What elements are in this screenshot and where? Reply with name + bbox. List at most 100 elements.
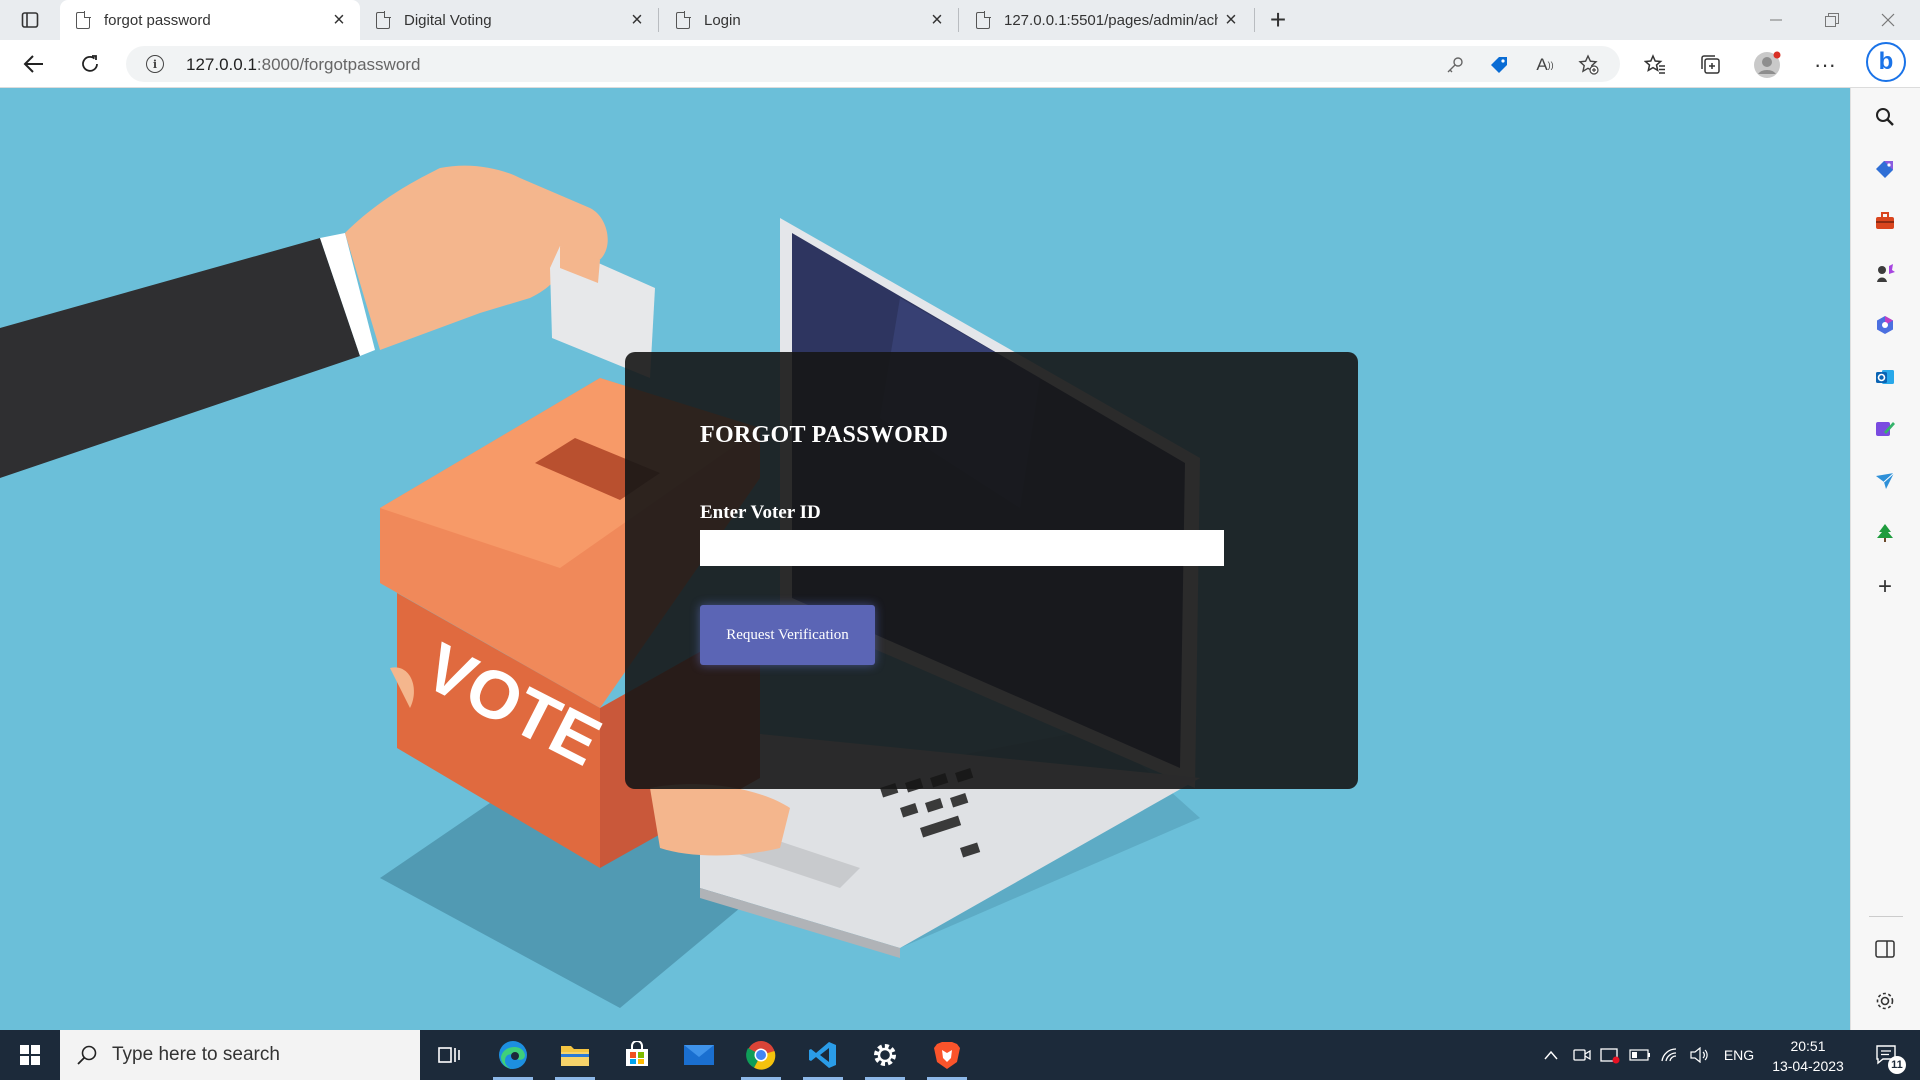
forgot-password-card: FORGOT PASSWORD Enter Voter ID Request V… (625, 352, 1358, 789)
taskbar-brave[interactable] (922, 1034, 972, 1080)
page-icon (376, 10, 391, 29)
form-title: FORGOT PASSWORD (700, 422, 949, 448)
microsoft365-icon[interactable] (1870, 310, 1900, 340)
shopping-tag-icon[interactable] (1486, 52, 1512, 78)
page-icon (676, 10, 691, 29)
read-aloud-icon[interactable]: A)) (1532, 52, 1558, 78)
page-icon (976, 10, 991, 29)
close-icon[interactable]: × (1218, 7, 1244, 33)
vscode-icon (809, 1042, 836, 1068)
favorites-icon[interactable] (1640, 50, 1670, 80)
brave-icon (934, 1042, 960, 1069)
tab-actions-icon (21, 12, 39, 28)
task-view-icon (438, 1047, 460, 1063)
bing-icon: b (1878, 48, 1894, 75)
show-hidden-icons[interactable] (1536, 1030, 1566, 1080)
wifi-icon[interactable] (1656, 1030, 1684, 1080)
chevron-up-icon (1544, 1050, 1558, 1060)
battery-icon[interactable] (1626, 1030, 1654, 1080)
collections-icon[interactable] (1696, 50, 1726, 80)
page-icon (76, 10, 91, 29)
taskbar-store[interactable] (612, 1034, 662, 1076)
profile-avatar[interactable] (1752, 50, 1782, 80)
tree-icon[interactable] (1870, 518, 1900, 548)
designer-icon[interactable] (1870, 414, 1900, 444)
tab-title: 127.0.0.1:5501/pages/admin/ach (1004, 11, 1218, 29)
settings-icon[interactable] (1870, 986, 1900, 1016)
tab-separator (1254, 8, 1255, 32)
close-icon[interactable]: × (326, 7, 352, 33)
language-indicator[interactable]: ENG (1718, 1030, 1760, 1080)
task-view-button[interactable] (424, 1034, 474, 1076)
minimize-icon (1770, 19, 1782, 21)
split-screen-icon[interactable] (1870, 934, 1900, 964)
close-window-button[interactable] (1860, 0, 1916, 40)
taskbar-settings[interactable] (860, 1034, 910, 1080)
clock-time: 20:51 (1790, 1038, 1826, 1054)
outlook-icon[interactable] (1870, 362, 1900, 392)
taskbar-file-explorer[interactable] (550, 1034, 600, 1080)
tab-title: forgot password (104, 11, 211, 29)
search-icon (77, 1045, 97, 1065)
search-icon[interactable] (1870, 102, 1900, 132)
tab-title: Digital Voting (404, 11, 492, 29)
back-button[interactable] (16, 48, 52, 80)
tab-actions-button[interactable] (14, 6, 46, 34)
store-icon (626, 1041, 648, 1066)
add-icon[interactable]: + (1870, 572, 1900, 602)
sidebar-divider (1869, 916, 1903, 917)
notification-center-button[interactable]: 11 (1864, 1030, 1908, 1080)
refresh-button[interactable] (72, 48, 108, 80)
arrow-left-icon (23, 55, 43, 73)
plus-icon: + (1269, 4, 1287, 35)
tab-forgot-password[interactable]: forgot password × (60, 0, 360, 40)
close-icon[interactable]: × (624, 7, 650, 33)
tab-admin[interactable]: 127.0.0.1:5501/pages/admin/ach × (960, 0, 1252, 40)
close-icon[interactable]: × (924, 7, 950, 33)
volume-icon[interactable] (1686, 1030, 1714, 1080)
edge-icon (499, 1041, 527, 1069)
taskbar-vscode[interactable] (798, 1034, 848, 1080)
search-placeholder: Type here to search (112, 1044, 280, 1065)
tab-digital-voting[interactable]: Digital Voting × (360, 0, 658, 40)
new-tab-button[interactable]: + (1262, 4, 1294, 35)
clock[interactable]: 20:51 13-04-2023 (1766, 1036, 1850, 1076)
taskbar-chrome[interactable] (736, 1034, 786, 1080)
site-info-icon[interactable]: i (146, 55, 164, 73)
restore-button[interactable] (1804, 0, 1860, 40)
minimize-button[interactable] (1748, 0, 1804, 40)
gear-icon (874, 1044, 896, 1066)
browser-toolbar: i 127.0.0.1:8000/forgotpassword A)) ··· (0, 40, 1920, 88)
url-path: :8000/forgotpassword (256, 55, 421, 74)
games-icon[interactable] (1870, 258, 1900, 288)
windows-taskbar: Type here to search ENG 20:51 13-04-2023… (0, 1030, 1920, 1080)
tools-icon[interactable] (1870, 206, 1900, 236)
address-bar[interactable]: i 127.0.0.1:8000/forgotpassword A)) (126, 46, 1620, 82)
tab-title: Login (704, 11, 741, 29)
meet-now-icon[interactable] (1568, 1030, 1596, 1080)
start-button[interactable] (0, 1030, 60, 1080)
url-text[interactable]: 127.0.0.1:8000/forgotpassword (186, 55, 420, 75)
request-verification-button[interactable]: Request Verification (700, 605, 875, 665)
mail-icon (684, 1045, 714, 1065)
url-host: 127.0.0.1 (186, 55, 257, 74)
chrome-icon (746, 1041, 776, 1070)
send-icon[interactable] (1870, 466, 1900, 496)
windows-icon (20, 1045, 40, 1065)
tab-separator (658, 8, 659, 32)
voter-id-input[interactable] (700, 530, 1224, 566)
close-icon (1881, 13, 1895, 27)
edge-sidebar: + (1850, 88, 1920, 1030)
shopping-icon[interactable] (1870, 154, 1900, 184)
more-options-icon[interactable]: ··· (1810, 50, 1840, 80)
key-icon[interactable] (1442, 52, 1468, 78)
refresh-icon (82, 55, 98, 72)
security-icon[interactable] (1596, 1030, 1624, 1080)
taskbar-edge[interactable] (488, 1034, 538, 1080)
add-favorite-icon[interactable] (1576, 52, 1602, 78)
taskbar-search[interactable]: Type here to search (60, 1030, 420, 1080)
taskbar-mail[interactable] (674, 1034, 724, 1076)
copilot-button[interactable]: b (1866, 42, 1906, 82)
tab-login[interactable]: Login × (660, 0, 958, 40)
clock-date: 13-04-2023 (1772, 1058, 1844, 1074)
